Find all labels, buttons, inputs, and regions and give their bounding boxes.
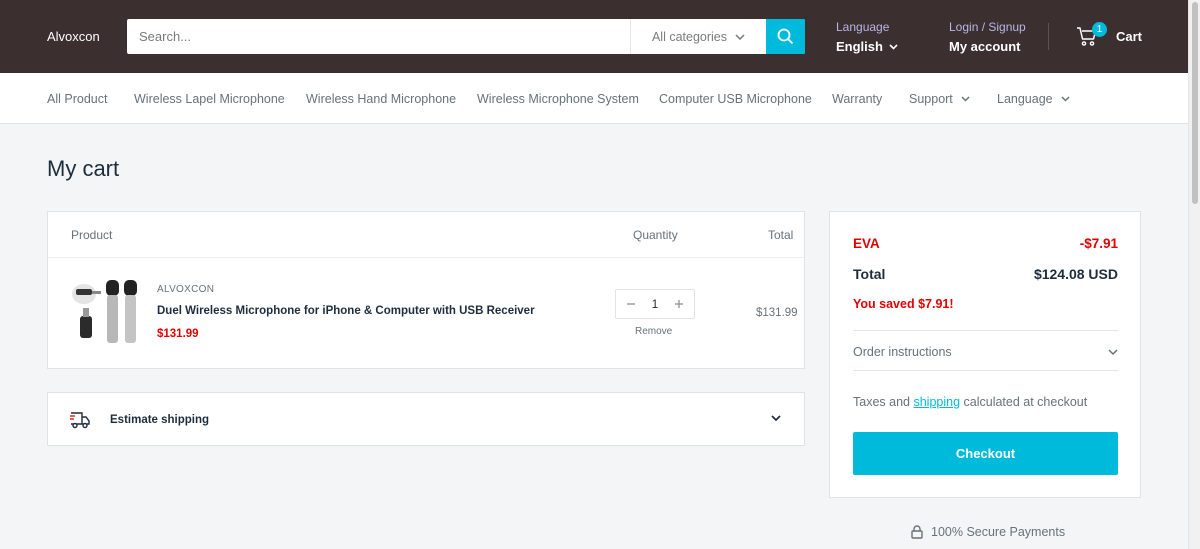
summary-divider	[853, 370, 1118, 371]
decrease-quantity-button[interactable]	[624, 296, 638, 312]
savings-text: You saved $7.91!	[853, 297, 954, 311]
shipping-truck-icon	[70, 412, 90, 429]
order-instructions-label: Order instructions	[853, 345, 952, 359]
language-label: Language	[836, 20, 890, 34]
estimate-shipping-toggle[interactable]: Estimate shipping	[47, 392, 805, 446]
category-select[interactable]: All categories	[630, 19, 766, 54]
discount-amount: -$7.91	[1079, 236, 1118, 251]
page-scrollbar[interactable]	[1188, 0, 1200, 549]
nav-item-computer-usb[interactable]: Computer USB Microphone	[659, 92, 812, 106]
search-bar: All categories	[127, 19, 805, 54]
total-row: Total $124.08 USD	[853, 266, 1118, 282]
product-image[interactable]	[70, 278, 142, 346]
search-input[interactable]	[127, 19, 630, 54]
lock-icon	[911, 525, 923, 539]
nav-item-wireless-lapel[interactable]: Wireless Lapel Microphone	[134, 92, 285, 106]
taxes-note: Taxes and shipping calculated at checkou…	[853, 395, 1088, 409]
nav-item-wireless-hand[interactable]: Wireless Hand Microphone	[306, 92, 456, 106]
page-title: My cart	[47, 156, 120, 181]
shipping-policy-link[interactable]: shipping	[913, 395, 960, 409]
order-instructions-toggle[interactable]: Order instructions	[853, 345, 1118, 359]
scrollbar-thumb[interactable]	[1192, 2, 1198, 204]
product-brand: ALVOXCON	[157, 284, 215, 295]
discount-code: EVA	[853, 236, 880, 251]
secure-payments-label: 100% Secure Payments	[931, 525, 1066, 539]
header-divider	[1048, 23, 1049, 50]
main-nav: All Product Wireless Lapel Microphone Wi…	[0, 73, 1188, 124]
account-link[interactable]: Login / Signup My account	[949, 20, 1026, 54]
chevron-down-icon	[771, 415, 781, 422]
table-divider	[48, 257, 804, 258]
chevron-down-icon	[889, 43, 898, 50]
line-total: $131.99	[756, 307, 798, 319]
search-icon	[777, 28, 794, 45]
language-value: English	[836, 39, 883, 54]
remove-item-link[interactable]: Remove	[635, 326, 672, 337]
nav-item-support[interactable]: Support	[909, 92, 970, 106]
language-selector[interactable]: Language English	[836, 20, 898, 54]
cart-table: Product Quantity Total ALVOXCON Duel Wir…	[47, 211, 805, 369]
column-header-total: Total	[768, 228, 794, 242]
plus-icon	[675, 300, 683, 308]
discount-row: EVA -$7.91	[853, 236, 1118, 251]
product-name-link[interactable]: Duel Wireless Microphone for iPhone & Co…	[157, 305, 535, 317]
nav-item-language-label: Language	[997, 92, 1053, 106]
login-signup-label: Login / Signup	[949, 20, 1026, 34]
nav-item-language[interactable]: Language	[997, 92, 1070, 106]
site-header: Alvoxcon All categories Language English…	[0, 0, 1188, 73]
total-label: Total	[853, 266, 886, 282]
total-amount: $124.08 USD	[1033, 266, 1118, 282]
checkout-button[interactable]: Checkout	[853, 432, 1118, 475]
quantity-value[interactable]: 1	[652, 297, 659, 311]
cart-label: Cart	[1116, 28, 1143, 44]
quantity-stepper: 1	[615, 289, 695, 319]
product-price: $131.99	[157, 328, 199, 340]
order-summary: EVA -$7.91 Total $124.08 USD You saved $…	[829, 211, 1141, 498]
nav-item-all-product[interactable]: All Product	[47, 92, 107, 106]
my-account-label: My account	[949, 39, 1021, 54]
secure-payments-note: 100% Secure Payments	[911, 525, 1065, 539]
summary-divider	[853, 330, 1118, 331]
column-header-product: Product	[71, 228, 113, 242]
increase-quantity-button[interactable]	[672, 296, 686, 312]
nav-item-wireless-system[interactable]: Wireless Microphone System	[477, 92, 639, 106]
chevron-down-icon	[961, 96, 970, 102]
site-logo[interactable]: Alvoxcon	[47, 29, 100, 44]
estimate-shipping-label: Estimate shipping	[110, 414, 210, 426]
category-select-label: All categories	[651, 29, 728, 44]
nav-item-warranty[interactable]: Warranty	[832, 92, 882, 106]
minus-icon	[627, 303, 635, 305]
chevron-down-icon	[1061, 96, 1070, 102]
search-button[interactable]	[766, 19, 805, 54]
column-header-quantity: Quantity	[633, 228, 678, 242]
chevron-down-icon	[1108, 348, 1118, 355]
cart-count-badge: 1	[1092, 22, 1107, 37]
cart-link[interactable]: 1 Cart	[1076, 22, 1143, 47]
chevron-down-icon	[735, 33, 745, 40]
nav-item-support-label: Support	[909, 92, 953, 106]
